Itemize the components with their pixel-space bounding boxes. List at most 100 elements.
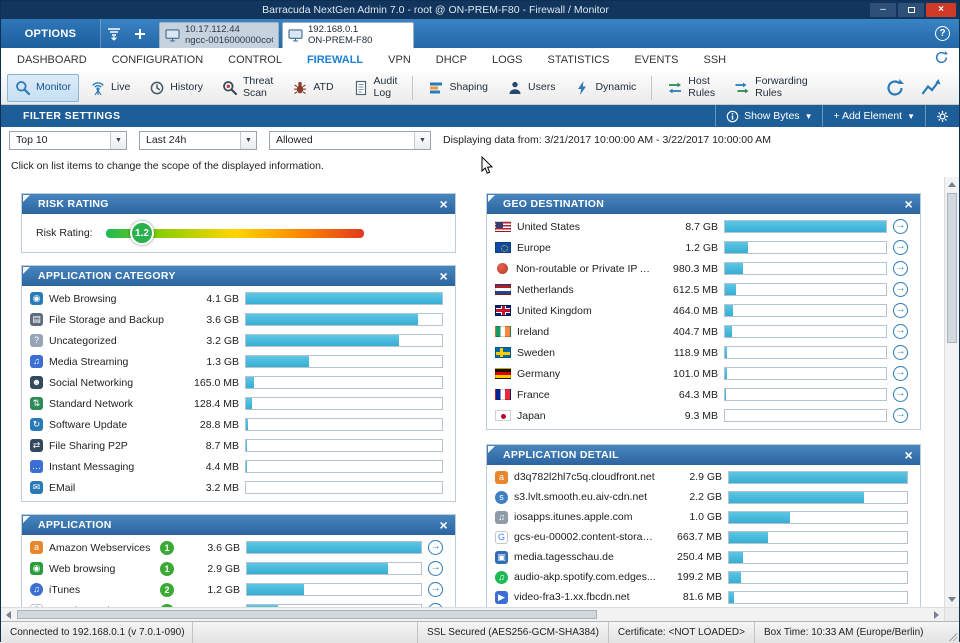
- list-item-social-networking[interactable]: ☻Social Networking165.0 MB: [22, 372, 455, 393]
- list-item-germany[interactable]: Germany101.0 MB→: [487, 363, 920, 384]
- session-tab-1[interactable]: 10.17.112.44ngcc-0016000000coG...: [159, 22, 279, 48]
- list-item-video-fra3-1-xx-fbcdn-net[interactable]: ▶video-fra3-1.xx.fbcdn.net81.6 MB: [487, 587, 920, 607]
- drilldown-arrow[interactable]: →: [893, 240, 908, 255]
- drilldown-arrow[interactable]: →: [428, 540, 443, 555]
- drilldown-arrow[interactable]: →: [893, 387, 908, 402]
- toolbar-monitor[interactable]: Monitor: [7, 74, 79, 102]
- scroll-right-button[interactable]: [929, 608, 944, 621]
- drilldown-arrow[interactable]: →: [893, 303, 908, 318]
- options-button[interactable]: OPTIONS: [1, 19, 101, 48]
- drilldown-arrow[interactable]: →: [893, 366, 908, 381]
- toolbar-history[interactable]: History: [141, 74, 211, 102]
- add-element-dropdown[interactable]: + Add Element ▼: [822, 105, 925, 127]
- list-item-netherlands[interactable]: Netherlands612.5 MB→: [487, 279, 920, 300]
- list-item-europe[interactable]: Europe1.2 GB→: [487, 237, 920, 258]
- filter-dropdown-top-10[interactable]: Top 10▼: [9, 131, 127, 150]
- list-item-web-browsing[interactable]: ◉Web Browsing4.1 GB: [22, 288, 455, 309]
- toolbar-threat-scan[interactable]: Threat Scan: [214, 74, 281, 102]
- list-item-sweden[interactable]: Sweden118.9 MB→: [487, 342, 920, 363]
- list-item-d3q782l2hl7c5q-cloudfront-net[interactable]: ad3q782l2hl7c5q.cloudfront.net2.9 GB: [487, 467, 920, 487]
- add-tab-icon[interactable]: [127, 19, 153, 48]
- drilldown-arrow[interactable]: →: [893, 408, 908, 423]
- drilldown-arrow[interactable]: →: [428, 561, 443, 576]
- list-item-amazon-webservices[interactable]: aAmazon Webservices13.6 GB→: [22, 537, 455, 558]
- toolbar-shaping[interactable]: Shaping: [420, 74, 496, 102]
- list-item-media-tagesschau-de[interactable]: ▣media.tagesschau.de250.4 MB: [487, 547, 920, 567]
- drilldown-arrow[interactable]: →: [893, 261, 908, 276]
- toolbar-dynamic[interactable]: Dynamic: [566, 74, 644, 102]
- close-panel-icon[interactable]: ×: [440, 197, 448, 211]
- close-panel-icon[interactable]: ×: [905, 448, 913, 462]
- collapse-icon[interactable]: [23, 267, 30, 274]
- filter-dropdown-last-24h[interactable]: Last 24h▼: [139, 131, 257, 150]
- minimize-button[interactable]: –: [870, 3, 896, 17]
- list-item-s3-lvlt-smooth-eu-aiv-cdn-net[interactable]: ss3.lvlt.smooth.eu.aiv-cdn.net2.2 GB: [487, 487, 920, 507]
- drilldown-arrow[interactable]: →: [893, 324, 908, 339]
- list-item-email[interactable]: ✉EMail3.2 MB: [22, 477, 455, 498]
- menu-item-dhcp[interactable]: DHCP: [436, 54, 467, 66]
- list-item-file-storage-and-backup[interactable]: ▤File Storage and Backup3.6 GB: [22, 309, 455, 330]
- menu-item-ssh[interactable]: SSH: [703, 54, 726, 66]
- menu-item-statistics[interactable]: STATISTICS: [548, 54, 610, 66]
- list-item-gcs-eu-00002-content-storag[interactable]: Ggcs-eu-00002.content-storag...663.7 MB: [487, 527, 920, 547]
- close-button[interactable]: ×: [926, 3, 956, 17]
- menu-item-logs[interactable]: LOGS: [492, 54, 523, 66]
- list-item-uncategorized[interactable]: ?Uncategorized3.2 GB: [22, 330, 455, 351]
- list-item-web-browsing[interactable]: ◉Web browsing12.9 GB→: [22, 558, 455, 579]
- list-item-software-update[interactable]: ↻Software Update28.8 MB: [22, 414, 455, 435]
- horizontal-scroll-thumb[interactable]: [17, 610, 597, 619]
- list-item-japan[interactable]: Japan9.3 MB→: [487, 405, 920, 426]
- menu-item-configuration[interactable]: CONFIGURATION: [112, 54, 203, 66]
- toolbar-audit-log[interactable]: Audit Log: [345, 74, 406, 102]
- filter-tabs-icon[interactable]: [101, 19, 127, 48]
- list-item-audio-akp-spotify-com-edges[interactable]: ♫audio-akp.spotify.com.edges...199.2 MB: [487, 567, 920, 587]
- vertical-scrollbar[interactable]: [944, 177, 959, 607]
- scroll-down-button[interactable]: [945, 592, 959, 607]
- list-item-non-routable-or-private-ip-ad[interactable]: Non-routable or Private IP Ad...980.3 MB…: [487, 258, 920, 279]
- filter-dropdown-allowed[interactable]: Allowed▼: [269, 131, 431, 150]
- close-panel-icon[interactable]: ×: [440, 518, 448, 532]
- vertical-scroll-thumb[interactable]: [947, 193, 957, 343]
- settings-gear-button[interactable]: [925, 105, 959, 127]
- close-panel-icon[interactable]: ×: [905, 197, 913, 211]
- toolbar-host-rules[interactable]: Host Rules: [659, 74, 723, 102]
- collapse-icon[interactable]: [488, 195, 495, 202]
- horizontal-scrollbar[interactable]: [1, 607, 944, 621]
- session-tab-2[interactable]: 192.168.0.1ON-PREM-F80: [282, 22, 414, 48]
- list-item-france[interactable]: France64.3 MB→: [487, 384, 920, 405]
- refresh-button[interactable]: [885, 78, 905, 98]
- drilldown-arrow[interactable]: →: [893, 282, 908, 297]
- collapse-icon[interactable]: [23, 195, 30, 202]
- list-item-ireland[interactable]: Ireland404.7 MB→: [487, 321, 920, 342]
- drilldown-arrow[interactable]: →: [428, 582, 443, 597]
- drilldown-arrow[interactable]: →: [893, 345, 908, 360]
- help-icon[interactable]: ?: [935, 26, 950, 41]
- list-item-united-states[interactable]: United States8.7 GB→: [487, 216, 920, 237]
- list-item-itunes[interactable]: ♫iTunes21.2 GB→: [22, 579, 455, 600]
- chart-view-icon[interactable]: [921, 78, 941, 98]
- collapse-icon[interactable]: [23, 516, 30, 523]
- scroll-left-button[interactable]: [1, 608, 16, 621]
- menu-refresh-icon[interactable]: [934, 50, 949, 70]
- list-item-media-streaming[interactable]: ♫Media Streaming1.3 GB: [22, 351, 455, 372]
- list-item-instant-messaging[interactable]: …Instant Messaging4.4 MB: [22, 456, 455, 477]
- menu-item-dashboard[interactable]: DASHBOARD: [17, 54, 87, 66]
- resize-grip[interactable]: [945, 622, 959, 643]
- drilldown-arrow[interactable]: →: [893, 219, 908, 234]
- list-item-file-sharing-p2p[interactable]: ⇄File Sharing P2P8.7 MB: [22, 435, 455, 456]
- show-bytes-dropdown[interactable]: Show Bytes ▼: [715, 105, 822, 127]
- menu-item-vpn[interactable]: VPN: [388, 54, 411, 66]
- menu-item-firewall[interactable]: FIREWALL: [307, 54, 363, 66]
- close-panel-icon[interactable]: ×: [440, 269, 448, 283]
- menu-item-events[interactable]: EVENTS: [634, 54, 678, 66]
- toolbar-users[interactable]: Users: [499, 74, 563, 102]
- menu-item-control[interactable]: CONTROL: [228, 54, 282, 66]
- list-item-standard-network[interactable]: ⇅Standard Network128.4 MB: [22, 393, 455, 414]
- toolbar-live[interactable]: Live: [82, 74, 138, 102]
- list-item-iosapps-itunes-apple-com[interactable]: ♫iosapps.itunes.apple.com1.0 GB: [487, 507, 920, 527]
- list-item-united-kingdom[interactable]: United Kingdom464.0 MB→: [487, 300, 920, 321]
- toolbar-forwarding-rules[interactable]: Forwarding Rules: [726, 74, 816, 102]
- toolbar-atd[interactable]: ATD: [284, 74, 341, 102]
- scroll-up-button[interactable]: [945, 177, 959, 192]
- collapse-icon[interactable]: [488, 446, 495, 453]
